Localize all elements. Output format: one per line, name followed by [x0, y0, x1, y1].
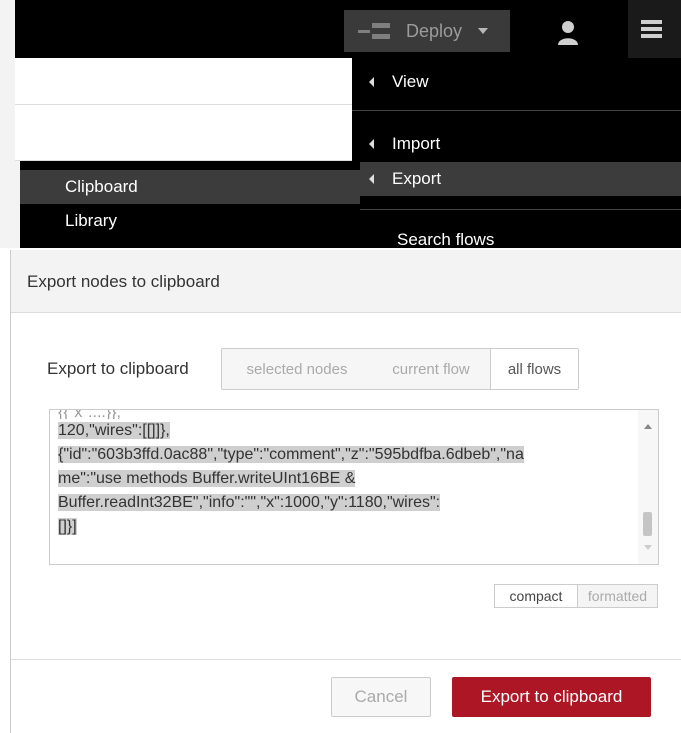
menu-item-label: View	[392, 72, 429, 91]
deploy-button[interactable]: Deploy	[344, 10, 510, 52]
menu-item-label: Search flows	[397, 230, 495, 248]
user-menu-button[interactable]	[547, 14, 589, 50]
cancel-button[interactable]: Cancel	[331, 677, 431, 717]
json-line: []}]	[58, 518, 77, 535]
json-line: {"id":"603b3ffd.0ac88","type":"comment",…	[58, 446, 524, 463]
submenu-item-library[interactable]: Library	[20, 204, 360, 238]
menu-item-import[interactable]: Import	[352, 127, 681, 161]
format-compact[interactable]: compact	[495, 585, 577, 607]
export-submenu: Clipboard Library	[20, 161, 360, 248]
menu-item-search-flows[interactable]: Search flows	[352, 223, 681, 248]
user-icon	[558, 21, 578, 45]
submenu-item-label: Library	[65, 211, 117, 230]
main-menu-button[interactable]	[628, 0, 681, 58]
workspace-divider	[15, 104, 353, 105]
menu-divider	[352, 209, 681, 210]
export-json-text: {{"x":...}}, 120,"wires":[[]]}, {"id":"6…	[58, 409, 638, 539]
scope-selected-nodes[interactable]: selected nodes	[222, 349, 372, 389]
menu-item-label: Import	[392, 134, 441, 153]
scroll-down-icon[interactable]	[644, 545, 652, 550]
dialog-footer-divider	[11, 659, 681, 660]
menu-item-view[interactable]: View	[352, 65, 681, 99]
json-line: Buffer.readInt32BE","info":"","x":1000,"…	[58, 494, 441, 511]
export-label: Export to clipboard	[47, 359, 189, 378]
scope-current-flow[interactable]: current flow	[372, 349, 490, 389]
scroll-thumb[interactable]	[643, 512, 652, 536]
menu-divider	[352, 110, 681, 111]
format-formatted[interactable]: formatted	[577, 585, 657, 607]
scope-all-flows[interactable]: all flows	[490, 349, 578, 389]
export-json-textarea[interactable]: {{"x":...}}, 120,"wires":[[]]}, {"id":"6…	[49, 409, 659, 565]
submenu-item-clipboard[interactable]: Clipboard	[20, 170, 360, 204]
format-selector: compact formatted	[494, 584, 658, 608]
export-to-clipboard-button[interactable]: Export to clipboard	[452, 677, 651, 717]
menu-item-label: Export	[392, 169, 442, 188]
workspace-tabs-area	[15, 58, 353, 161]
scroll-up-icon[interactable]	[644, 424, 652, 429]
submenu-arrow-icon	[369, 174, 374, 184]
deploy-label: Deploy	[406, 20, 463, 41]
json-line: me":"use methods Buffer.writeUInt16BE &	[58, 470, 356, 487]
dialog-title: Export nodes to clipboard	[11, 250, 681, 313]
menu-item-export[interactable]: Export	[352, 162, 681, 196]
submenu-arrow-icon	[369, 77, 374, 87]
main-menu: View Import Export Search flows	[352, 58, 681, 248]
deploy-dropdown-icon[interactable]	[478, 28, 489, 34]
export-dialog: Export nodes to clipboard Export to clip…	[10, 250, 681, 733]
export-scope-selector: selected nodes current flow all flows	[221, 348, 579, 390]
textarea-scrollbar[interactable]	[638, 410, 658, 564]
submenu-arrow-icon	[369, 139, 374, 149]
json-line: 120,"wires":[[]]},	[58, 422, 170, 439]
clipped-previous-line: {{"x":...}},	[58, 409, 121, 419]
editor-top-area: Deploy View Import Export Search flows C…	[0, 0, 681, 248]
deploy-icon	[358, 23, 392, 39]
submenu-item-label: Clipboard	[65, 177, 138, 196]
